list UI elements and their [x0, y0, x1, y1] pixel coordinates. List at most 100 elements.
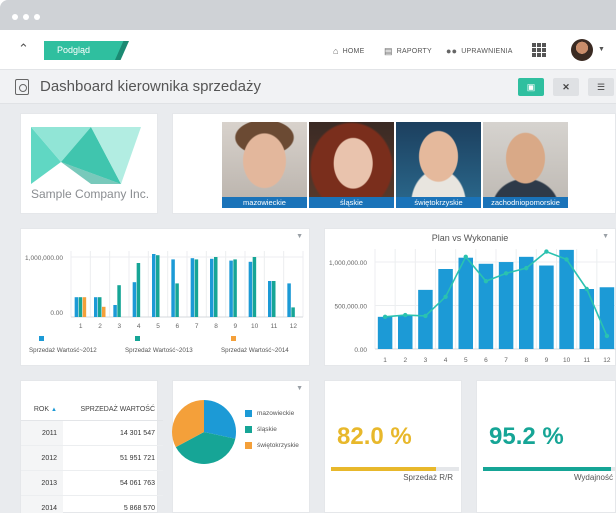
kpi-card-efficiency: 95.2 % Wydajność [476, 380, 616, 513]
plan-point [403, 312, 408, 318]
col-year-header[interactable]: ROK ▲ [21, 399, 63, 420]
pie-slice-mazowieckie[interactable] [204, 400, 237, 439]
sales-bar-chart: 1,000,000.000.001 2 3 4 5 6 7 8 9 10 11 12Sprzedaż … [25, 251, 304, 354]
table-row[interactable]: 2012 51 951 721 [21, 446, 163, 471]
plan-point [503, 271, 509, 276]
kpi-value: 95.2 % [489, 423, 564, 450]
bar [194, 259, 199, 317]
person-label: mazowieckie [222, 197, 307, 208]
y-tick-label: 1,000,000.00 [329, 260, 367, 267]
kpi-card-sales-yoy: 82.0 % Sprzedaż R/R [324, 380, 462, 513]
col-year-label: ROK [33, 406, 50, 413]
save-button[interactable]: ▣ [518, 78, 544, 96]
book-icon: ▤ [384, 45, 393, 56]
y-tick-label: 0.00 [354, 347, 367, 354]
bar [175, 283, 179, 317]
nav-home-link[interactable]: ⌂ HOME [333, 45, 364, 57]
chevron-up-icon[interactable]: ⌃ [18, 41, 29, 57]
table-row[interactable]: 2011 14 301 547 [21, 421, 163, 446]
window-dot[interactable] [34, 14, 40, 20]
person-photo [483, 122, 568, 208]
x-tick-label: 5 [156, 323, 160, 330]
browser-window: ⌃ Podgląd ⌂ HOME ▤ RAPORTY ●● UPRAWNIENI… [0, 0, 616, 513]
dashboard-doc-icon [15, 79, 29, 95]
person-label: świętokrzyskie [396, 197, 481, 208]
legend-swatch [39, 336, 44, 341]
y-tick-label: 1,000,000.00 [25, 255, 63, 262]
x-tick-label: 11 [583, 357, 590, 364]
kpi-progress-bar [483, 467, 616, 471]
person-tile[interactable]: świętokrzyskie [396, 122, 481, 208]
pie-legend: mazowieckie śląskie świętokrzyskie [245, 405, 299, 453]
plan-point [544, 249, 549, 254]
save-icon: ▣ [526, 81, 536, 92]
kpi-label: Sprzedaż R/R [403, 473, 453, 482]
person-label: zachodniopomorskie [483, 197, 568, 208]
bar [136, 263, 141, 317]
cell-value: 14 301 547 [119, 429, 155, 437]
sales-by-month-card: ▼ 1,000,000.00 0.00 1 2 3 4 5 6 7 8 9 10 11 12 Sprzeda… [20, 228, 310, 366]
plan-point [524, 265, 529, 271]
legend-label: Sprzedaż Wartość~2012 [29, 347, 97, 354]
x-tick-label: 2 [98, 323, 102, 330]
kpi-progress-bar [331, 467, 459, 471]
kpi-value: 82.0 % [337, 423, 412, 450]
bar [599, 287, 615, 349]
person-tile[interactable]: śląskie [309, 122, 394, 208]
bar [272, 281, 276, 317]
company-logo [31, 127, 141, 184]
bar [248, 261, 253, 317]
legend-label: mazowieckie [257, 409, 295, 417]
table-row[interactable]: 2013 54 061 763 [21, 471, 163, 496]
legend-swatch [245, 425, 252, 433]
legend-label: Sprzedaż Wartość~2013 [125, 347, 193, 354]
filter-icon[interactable]: ▼ [296, 385, 303, 392]
legend-label: śląskie [257, 425, 277, 433]
table-row[interactable]: 2014 5 868 570 [21, 496, 163, 513]
plan-vs-actual-card: Plan vs Wykonanie ▼ 1,000,000.00 500,000.… [324, 228, 616, 366]
bar [113, 305, 117, 317]
nav-reports-link[interactable]: ▤ RAPORTY [384, 45, 432, 57]
chevron-down-icon[interactable]: ▼ [598, 46, 605, 53]
bar [397, 315, 413, 349]
bar [190, 258, 195, 317]
kpi-progress-fill [483, 467, 611, 471]
cell-year: 2012 [21, 446, 63, 470]
person-tile[interactable]: mazowieckie [222, 122, 307, 208]
window-dot[interactable] [23, 14, 29, 20]
company-name: Sample Company Inc. [31, 187, 150, 201]
x-tick-label: 10 [251, 323, 259, 330]
x-tick-label: 9 [545, 357, 549, 364]
user-avatar[interactable] [571, 39, 593, 61]
company-logo-card: Sample Company Inc. [20, 113, 158, 214]
legend-item[interactable]: mazowieckie [245, 405, 299, 421]
bar [518, 256, 534, 349]
close-button[interactable]: ✕ [553, 78, 579, 96]
apps-grid-icon[interactable] [532, 43, 546, 57]
x-tick-label: 12 [603, 357, 611, 364]
plan-point [443, 294, 448, 300]
cell-value: 5 868 570 [123, 504, 155, 512]
bar [268, 281, 272, 317]
bar [156, 255, 160, 317]
x-tick-label: 11 [271, 323, 278, 330]
x-tick-label: 5 [464, 357, 468, 364]
bar [152, 254, 156, 317]
bar [438, 269, 453, 349]
cell-year: 2014 [21, 496, 63, 513]
nav-permissions-label: UPRAWNIENIA [461, 47, 513, 55]
menu-button[interactable]: ☰ [588, 78, 614, 96]
col-value-header[interactable]: SPRZEDAŻ WARTOŚĆ [63, 406, 163, 413]
x-tick-label: 4 [137, 323, 141, 330]
users-icon: ●● [446, 46, 458, 56]
person-tile[interactable]: zachodniopomorskie [483, 122, 568, 208]
window-titlebar [0, 0, 616, 30]
bar [539, 265, 554, 349]
legend-item[interactable]: śląskie [245, 421, 299, 437]
tab-podglad[interactable]: Podgląd [44, 41, 126, 60]
person-photo [222, 122, 307, 208]
plan-vs-actual-chart: 1,000,000.00500,000.000.001 2 3 4 5 6 7 8 9 10 11 1… [329, 249, 616, 364]
legend-item[interactable]: świętokrzyskie [245, 437, 299, 453]
window-dot[interactable] [12, 14, 18, 20]
nav-permissions-link[interactable]: ●● UPRAWNIENIA [446, 45, 513, 57]
